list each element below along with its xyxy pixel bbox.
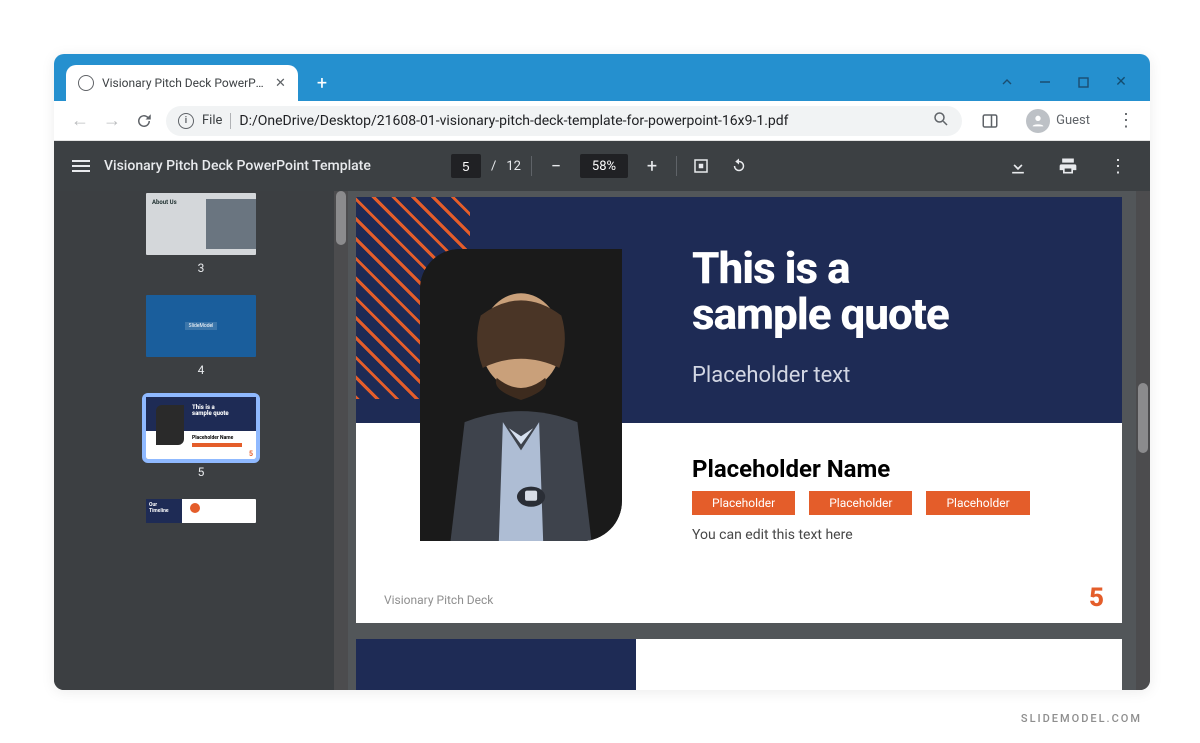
divider [230, 113, 231, 129]
thumbnail-number: 5 [146, 459, 256, 493]
tag: Placeholder [809, 491, 912, 515]
reload-button[interactable] [128, 105, 160, 137]
thumbnail-image: SlideModel [146, 295, 256, 357]
tag: Placeholder [926, 491, 1029, 515]
document-title: Visionary Pitch Deck PowerPoint Template [104, 158, 371, 174]
tags-row: Placeholder Placeholder Placeholder [692, 491, 1030, 515]
speaker-name: Placeholder Name [692, 455, 890, 483]
browser-window: Visionary Pitch Deck PowerPoint ✕ + ✕ ← … [54, 54, 1150, 690]
slide-number: 5 [1089, 583, 1104, 613]
thumbnail-5[interactable]: This is a sample quote Placeholder Name … [146, 397, 256, 493]
tag: Placeholder [692, 491, 795, 515]
thumbnail-number: 3 [146, 255, 256, 289]
window-controls: ✕ [1000, 75, 1150, 101]
zoom-in-button[interactable]: + [638, 152, 666, 180]
url-path: D:/OneDrive/Desktop/21608-01-visionary-p… [239, 113, 788, 129]
address-bar: ← → i File D:/OneDrive/Desktop/21608-01-… [54, 101, 1150, 141]
page-input[interactable] [451, 154, 481, 178]
tab-title: Visionary Pitch Deck PowerPoint [102, 76, 265, 90]
divider [676, 156, 677, 176]
main-pane[interactable]: This is a sample quote Placeholder text … [348, 191, 1150, 690]
thumbnail-4[interactable]: SlideModel 4 [146, 295, 256, 391]
main-scrollbar[interactable] [1136, 191, 1150, 690]
thumbnail-3[interactable]: About Us 3 [146, 193, 256, 289]
rotate-button[interactable] [725, 152, 753, 180]
avatar-icon [1026, 109, 1050, 133]
thumbnail-scrollbar[interactable] [334, 191, 348, 690]
guest-label: Guest [1056, 113, 1090, 128]
zoom-level[interactable]: 58% [580, 154, 628, 178]
page-separator: / [491, 159, 496, 174]
side-panel-button[interactable] [976, 107, 1004, 135]
print-button[interactable] [1054, 152, 1082, 180]
profile-chip[interactable]: Guest [1016, 106, 1100, 136]
browser-tab[interactable]: Visionary Pitch Deck PowerPoint ✕ [66, 65, 298, 101]
browser-menu-button[interactable]: ⋮ [1112, 110, 1140, 131]
editable-text: You can edit this text here [692, 527, 853, 543]
thumbnail-image: Our Timeline [146, 499, 256, 523]
minimize-dash-button[interactable] [1038, 75, 1052, 89]
close-tab-button[interactable]: ✕ [273, 75, 288, 91]
divider [531, 156, 532, 176]
thumbnail-image: This is a sample quote Placeholder Name … [146, 397, 256, 459]
menu-icon[interactable] [72, 160, 90, 172]
pdf-toolbar: Visionary Pitch Deck PowerPoint Template… [54, 141, 1150, 191]
zoom-out-button[interactable]: − [542, 152, 570, 180]
close-window-button[interactable]: ✕ [1114, 75, 1128, 89]
thumbnail-image: About Us [146, 193, 256, 255]
titlebar: Visionary Pitch Deck PowerPoint ✕ + ✕ [54, 54, 1150, 101]
new-tab-button[interactable]: + [308, 69, 336, 97]
thumbnail-number: 4 [146, 357, 256, 391]
slide-footer: Visionary Pitch Deck [384, 593, 493, 607]
fit-page-button[interactable] [687, 152, 715, 180]
content-area: 2 About Us 3 SlideModel 4 This is a samp… [54, 191, 1150, 690]
speaker-photo [420, 249, 622, 541]
file-chip: File [202, 113, 222, 128]
globe-icon [78, 75, 94, 91]
slide-5: This is a sample quote Placeholder text … [356, 197, 1122, 623]
slide-6-peek [356, 639, 1122, 690]
back-button[interactable]: ← [64, 105, 96, 137]
pdf-menu-button[interactable]: ⋮ [1104, 152, 1132, 180]
quote-subtitle: Placeholder text [692, 363, 850, 388]
forward-button[interactable]: → [96, 105, 128, 137]
watermark: SLIDEMODEL.COM [1021, 712, 1142, 725]
thumbnail-pane[interactable]: 2 About Us 3 SlideModel 4 This is a samp… [54, 191, 348, 690]
total-pages: 12 [506, 159, 521, 174]
maximize-button[interactable] [1076, 75, 1090, 89]
quote-heading: This is a sample quote [692, 245, 949, 337]
search-icon[interactable] [932, 110, 950, 132]
omnibox[interactable]: i File D:/OneDrive/Desktop/21608-01-visi… [166, 106, 962, 136]
thumbnail-6[interactable]: Our Timeline [146, 499, 256, 523]
download-button[interactable] [1004, 152, 1032, 180]
info-icon[interactable]: i [178, 113, 194, 129]
minimize-button[interactable] [1000, 75, 1014, 89]
